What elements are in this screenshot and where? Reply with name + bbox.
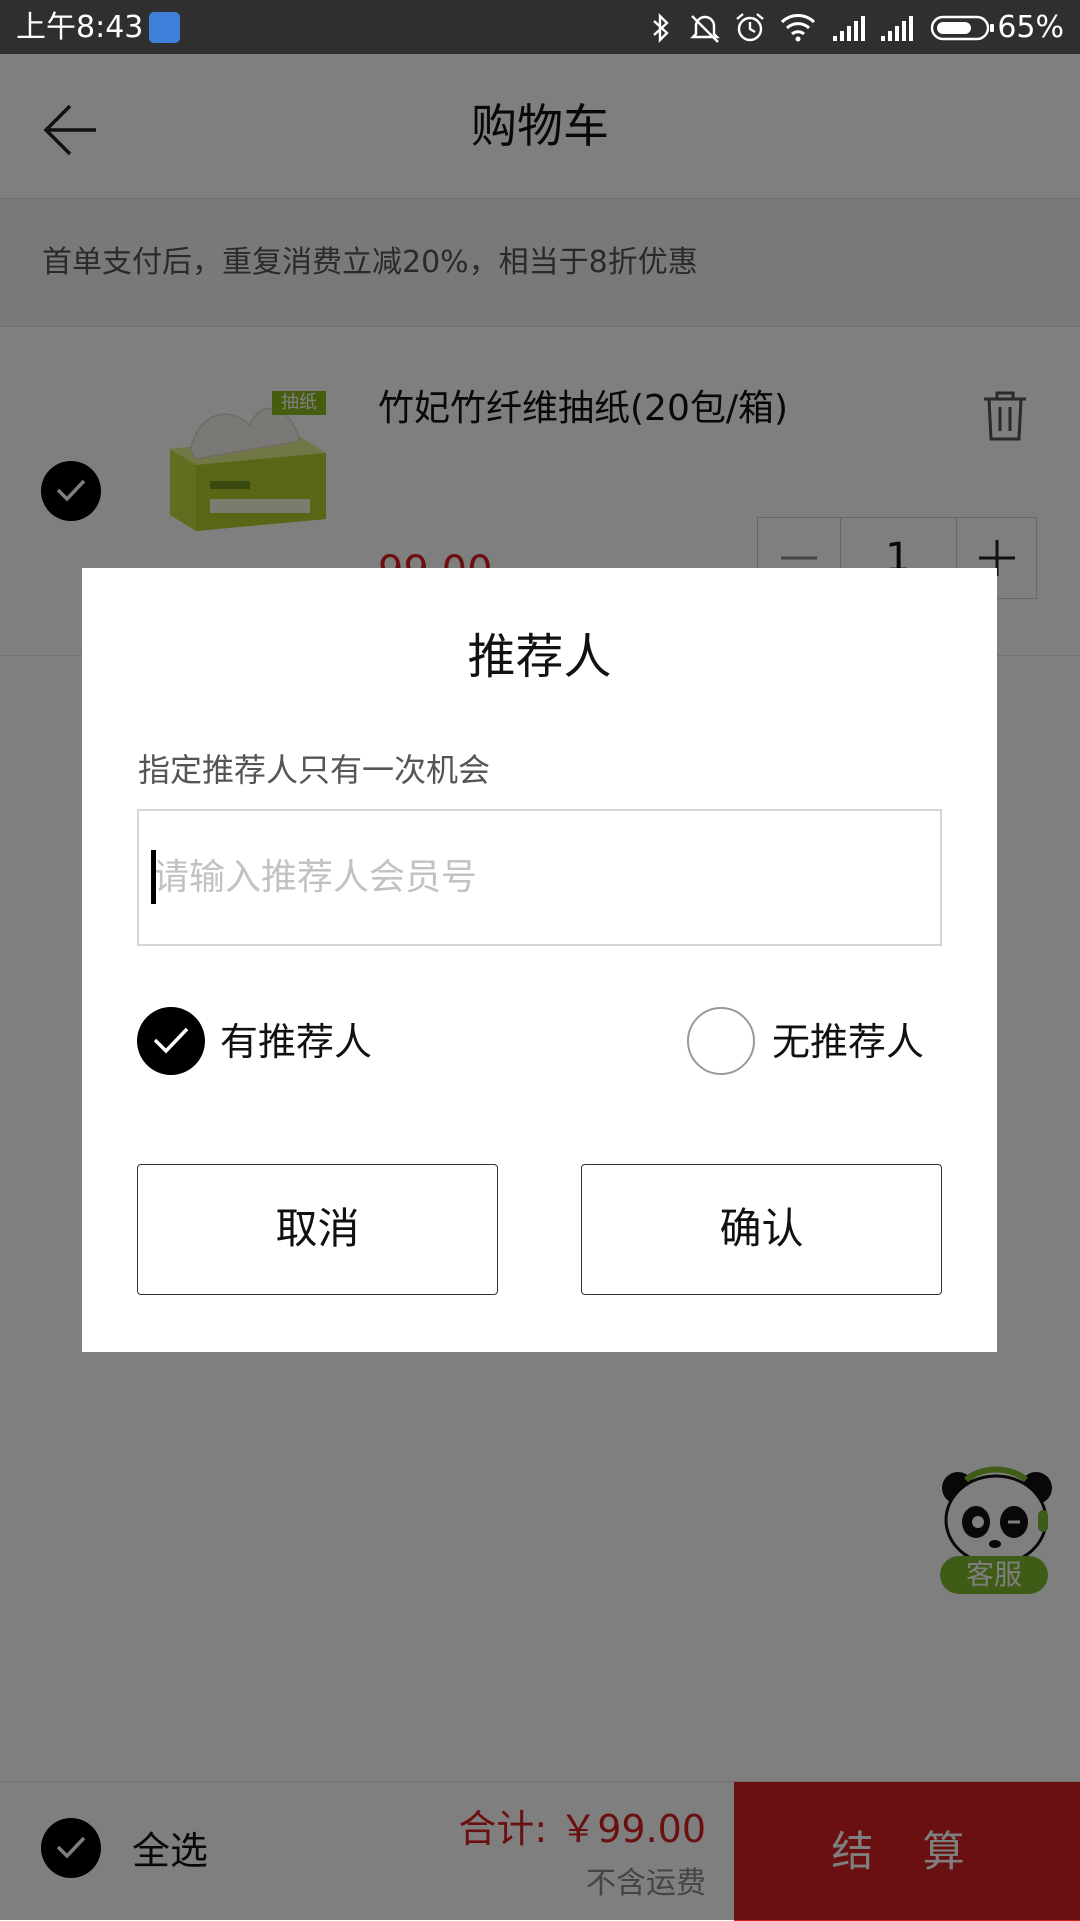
text-cursor: [151, 850, 156, 904]
bluetooth-icon: [653, 13, 669, 43]
dialog-title: 推荐人: [467, 629, 612, 685]
dialog-hint: 指定推荐人只有一次机会: [138, 751, 491, 789]
signal-icon: [833, 16, 865, 41]
check-icon: [153, 1027, 189, 1054]
mute-icon: [690, 15, 720, 43]
battery-percentage: 65%: [997, 10, 1064, 45]
wifi-icon: [780, 14, 816, 42]
has-referrer-label[interactable]: 有推荐人: [220, 1016, 372, 1068]
alarm-icon: [736, 13, 764, 42]
no-referrer-radio[interactable]: [687, 1007, 755, 1075]
signal-icon: [881, 16, 913, 41]
confirm-button[interactable]: 确认: [581, 1164, 942, 1295]
notification-app-icon: [149, 12, 180, 43]
referrer-id-input[interactable]: [137, 809, 942, 946]
battery-icon: [930, 15, 994, 41]
cancel-button[interactable]: 取消: [137, 1164, 498, 1295]
status-time: 上午8:43: [16, 10, 144, 45]
status-bar: 上午8:43 65%: [0, 0, 1080, 54]
no-referrer-label[interactable]: 无推荐人: [772, 1016, 924, 1068]
referrer-dialog: 推荐人 指定推荐人只有一次机会 有推荐人 无推荐人 取消 确认: [82, 568, 997, 1352]
has-referrer-radio[interactable]: [137, 1007, 205, 1075]
